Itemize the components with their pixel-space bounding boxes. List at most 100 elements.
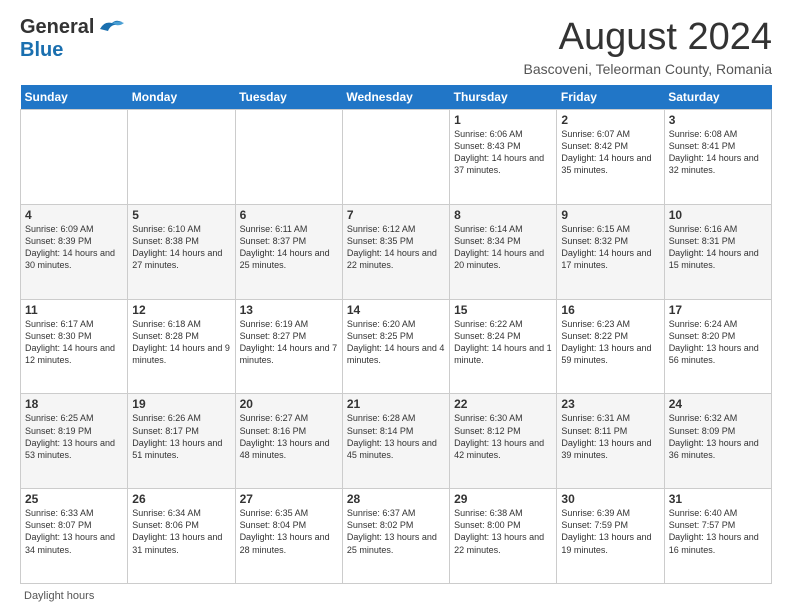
day-number: 26 [132, 492, 230, 506]
title-area: August 2024 Bascoveni, Teleorman County,… [130, 16, 772, 77]
logo-area: General Blue [20, 16, 130, 62]
col-monday: Monday [128, 85, 235, 110]
footer: Daylight hours [20, 590, 772, 602]
day-info: Sunrise: 6:38 AM Sunset: 8:00 PM Dayligh… [454, 507, 552, 556]
calendar-cell: 21Sunrise: 6:28 AM Sunset: 8:14 PM Dayli… [342, 394, 449, 489]
calendar-cell: 26Sunrise: 6:34 AM Sunset: 8:06 PM Dayli… [128, 489, 235, 584]
day-info: Sunrise: 6:27 AM Sunset: 8:16 PM Dayligh… [240, 412, 338, 461]
page: General Blue August 2024 Bascoveni, Tele… [0, 0, 792, 612]
day-info: Sunrise: 6:12 AM Sunset: 8:35 PM Dayligh… [347, 223, 445, 272]
day-number: 10 [669, 208, 767, 222]
daylight-label: Daylight hours [24, 590, 94, 602]
calendar-week-5: 25Sunrise: 6:33 AM Sunset: 8:07 PM Dayli… [21, 489, 772, 584]
day-number: 21 [347, 397, 445, 411]
calendar-week-2: 4Sunrise: 6:09 AM Sunset: 8:39 PM Daylig… [21, 204, 772, 299]
day-info: Sunrise: 6:06 AM Sunset: 8:43 PM Dayligh… [454, 128, 552, 177]
day-info: Sunrise: 6:20 AM Sunset: 8:25 PM Dayligh… [347, 318, 445, 367]
calendar-cell: 20Sunrise: 6:27 AM Sunset: 8:16 PM Dayli… [235, 394, 342, 489]
day-number: 15 [454, 303, 552, 317]
calendar-cell: 5Sunrise: 6:10 AM Sunset: 8:38 PM Daylig… [128, 204, 235, 299]
calendar-cell: 3Sunrise: 6:08 AM Sunset: 8:41 PM Daylig… [664, 110, 771, 205]
calendar-cell: 16Sunrise: 6:23 AM Sunset: 8:22 PM Dayli… [557, 299, 664, 394]
day-info: Sunrise: 6:11 AM Sunset: 8:37 PM Dayligh… [240, 223, 338, 272]
calendar-cell: 17Sunrise: 6:24 AM Sunset: 8:20 PM Dayli… [664, 299, 771, 394]
day-number: 28 [347, 492, 445, 506]
col-friday: Friday [557, 85, 664, 110]
calendar-cell: 12Sunrise: 6:18 AM Sunset: 8:28 PM Dayli… [128, 299, 235, 394]
day-info: Sunrise: 6:10 AM Sunset: 8:38 PM Dayligh… [132, 223, 230, 272]
calendar-cell: 6Sunrise: 6:11 AM Sunset: 8:37 PM Daylig… [235, 204, 342, 299]
calendar-cell [128, 110, 235, 205]
day-number: 3 [669, 113, 767, 127]
day-info: Sunrise: 6:07 AM Sunset: 8:42 PM Dayligh… [561, 128, 659, 177]
calendar-cell: 23Sunrise: 6:31 AM Sunset: 8:11 PM Dayli… [557, 394, 664, 489]
calendar-table: Sunday Monday Tuesday Wednesday Thursday… [20, 85, 772, 584]
logo-bird-icon [96, 17, 124, 39]
day-number: 31 [669, 492, 767, 506]
day-info: Sunrise: 6:24 AM Sunset: 8:20 PM Dayligh… [669, 318, 767, 367]
calendar-cell: 9Sunrise: 6:15 AM Sunset: 8:32 PM Daylig… [557, 204, 664, 299]
day-number: 5 [132, 208, 230, 222]
day-number: 17 [669, 303, 767, 317]
logo-blue-text: Blue [20, 39, 63, 62]
day-number: 22 [454, 397, 552, 411]
day-info: Sunrise: 6:17 AM Sunset: 8:30 PM Dayligh… [25, 318, 123, 367]
day-number: 29 [454, 492, 552, 506]
day-info: Sunrise: 6:30 AM Sunset: 8:12 PM Dayligh… [454, 412, 552, 461]
calendar-cell: 11Sunrise: 6:17 AM Sunset: 8:30 PM Dayli… [21, 299, 128, 394]
calendar-cell: 19Sunrise: 6:26 AM Sunset: 8:17 PM Dayli… [128, 394, 235, 489]
day-number: 6 [240, 208, 338, 222]
header: General Blue August 2024 Bascoveni, Tele… [20, 16, 772, 77]
day-info: Sunrise: 6:26 AM Sunset: 8:17 PM Dayligh… [132, 412, 230, 461]
logo-wrap: General [20, 16, 124, 39]
col-thursday: Thursday [450, 85, 557, 110]
col-tuesday: Tuesday [235, 85, 342, 110]
day-number: 14 [347, 303, 445, 317]
day-number: 25 [25, 492, 123, 506]
calendar-week-1: 1Sunrise: 6:06 AM Sunset: 8:43 PM Daylig… [21, 110, 772, 205]
day-number: 1 [454, 113, 552, 127]
day-info: Sunrise: 6:33 AM Sunset: 8:07 PM Dayligh… [25, 507, 123, 556]
day-number: 4 [25, 208, 123, 222]
day-number: 19 [132, 397, 230, 411]
day-info: Sunrise: 6:08 AM Sunset: 8:41 PM Dayligh… [669, 128, 767, 177]
day-number: 9 [561, 208, 659, 222]
day-info: Sunrise: 6:15 AM Sunset: 8:32 PM Dayligh… [561, 223, 659, 272]
col-sunday: Sunday [21, 85, 128, 110]
calendar-cell: 30Sunrise: 6:39 AM Sunset: 7:59 PM Dayli… [557, 489, 664, 584]
day-number: 20 [240, 397, 338, 411]
calendar-cell: 29Sunrise: 6:38 AM Sunset: 8:00 PM Dayli… [450, 489, 557, 584]
day-number: 23 [561, 397, 659, 411]
day-info: Sunrise: 6:14 AM Sunset: 8:34 PM Dayligh… [454, 223, 552, 272]
calendar-cell: 18Sunrise: 6:25 AM Sunset: 8:19 PM Dayli… [21, 394, 128, 489]
calendar-cell: 31Sunrise: 6:40 AM Sunset: 7:57 PM Dayli… [664, 489, 771, 584]
calendar-cell: 13Sunrise: 6:19 AM Sunset: 8:27 PM Dayli… [235, 299, 342, 394]
logo-general-text: General [20, 16, 94, 39]
day-info: Sunrise: 6:22 AM Sunset: 8:24 PM Dayligh… [454, 318, 552, 367]
day-info: Sunrise: 6:39 AM Sunset: 7:59 PM Dayligh… [561, 507, 659, 556]
col-wednesday: Wednesday [342, 85, 449, 110]
calendar-week-3: 11Sunrise: 6:17 AM Sunset: 8:30 PM Dayli… [21, 299, 772, 394]
day-info: Sunrise: 6:28 AM Sunset: 8:14 PM Dayligh… [347, 412, 445, 461]
day-number: 18 [25, 397, 123, 411]
calendar-cell: 27Sunrise: 6:35 AM Sunset: 8:04 PM Dayli… [235, 489, 342, 584]
day-number: 16 [561, 303, 659, 317]
calendar-cell: 15Sunrise: 6:22 AM Sunset: 8:24 PM Dayli… [450, 299, 557, 394]
calendar-cell: 10Sunrise: 6:16 AM Sunset: 8:31 PM Dayli… [664, 204, 771, 299]
day-info: Sunrise: 6:32 AM Sunset: 8:09 PM Dayligh… [669, 412, 767, 461]
day-info: Sunrise: 6:40 AM Sunset: 7:57 PM Dayligh… [669, 507, 767, 556]
day-number: 13 [240, 303, 338, 317]
col-saturday: Saturday [664, 85, 771, 110]
day-info: Sunrise: 6:37 AM Sunset: 8:02 PM Dayligh… [347, 507, 445, 556]
day-number: 12 [132, 303, 230, 317]
calendar-cell: 24Sunrise: 6:32 AM Sunset: 8:09 PM Dayli… [664, 394, 771, 489]
location-subtitle: Bascoveni, Teleorman County, Romania [130, 61, 772, 77]
calendar-week-4: 18Sunrise: 6:25 AM Sunset: 8:19 PM Dayli… [21, 394, 772, 489]
day-number: 27 [240, 492, 338, 506]
day-info: Sunrise: 6:09 AM Sunset: 8:39 PM Dayligh… [25, 223, 123, 272]
day-info: Sunrise: 6:18 AM Sunset: 8:28 PM Dayligh… [132, 318, 230, 367]
calendar-cell: 25Sunrise: 6:33 AM Sunset: 8:07 PM Dayli… [21, 489, 128, 584]
day-number: 30 [561, 492, 659, 506]
day-number: 2 [561, 113, 659, 127]
day-number: 8 [454, 208, 552, 222]
